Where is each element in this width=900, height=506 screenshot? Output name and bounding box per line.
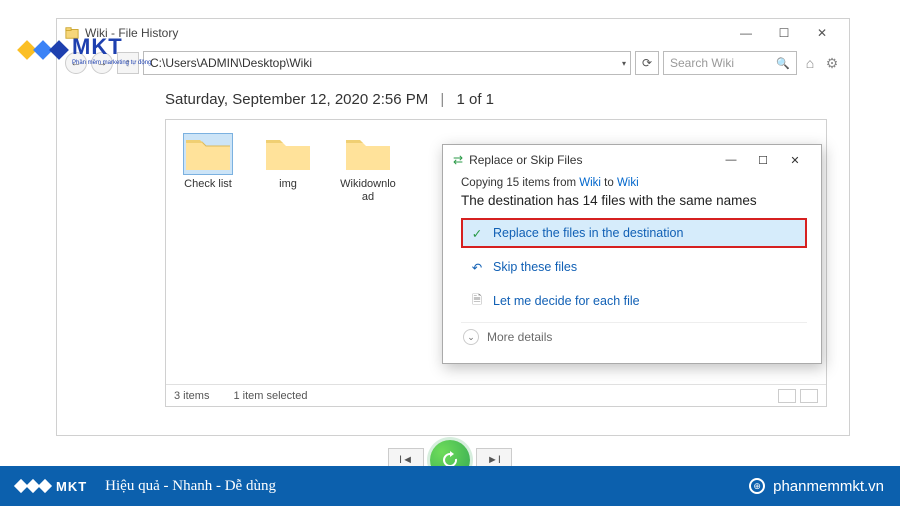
brand-footer: MKT Hiệu quả - Nhanh - Dễ dùng ⊕ phanmem… (0, 466, 900, 506)
snapshot-info: Saturday, September 12, 2020 2:56 PM | 1… (57, 81, 849, 116)
dialog-icon: ⇄ (453, 153, 463, 167)
home-icon[interactable]: ⌂ (801, 54, 819, 72)
dialog-titlebar: ⇄ Replace or Skip Files — ☐ ✕ (443, 145, 821, 175)
dialog-copy-line: Copying 15 items from Wiki to Wiki (461, 177, 807, 189)
refresh-button[interactable]: ⟳ (635, 51, 659, 75)
status-selected: 1 item selected (233, 390, 307, 402)
option-replace[interactable]: ✓ Replace the files in the destination (461, 218, 807, 248)
chevron-down-icon: ⌄ (463, 329, 479, 345)
address-dropdown-icon[interactable]: ▾ (622, 59, 626, 68)
search-icon: 🔍 (776, 57, 790, 70)
check-icon: ✓ (469, 225, 485, 241)
footer-slogan: Hiệu quả - Nhanh - Dễ dùng (105, 478, 276, 495)
more-details-toggle[interactable]: ⌄ More details (461, 322, 807, 347)
search-input[interactable]: Search Wiki 🔍 (663, 51, 797, 75)
dialog-headline: The destination has 14 files with the sa… (461, 193, 807, 208)
globe-icon: ⊕ (749, 478, 765, 494)
folder-label: Check list (180, 178, 236, 191)
toolbar: ← → ↑ C:\Users\ADMIN\Desktop\Wiki ▾ ⟳ Se… (57, 47, 849, 81)
search-placeholder: Search Wiki (670, 56, 734, 70)
footer-logo-text: MKT (56, 479, 87, 494)
decide-icon: 🗎 (469, 293, 485, 309)
maximize-button[interactable]: ☐ (765, 21, 803, 45)
option-replace-label: Replace the files in the destination (493, 226, 683, 240)
copy-dest-link[interactable]: Wiki (617, 177, 639, 189)
snapshot-date: Saturday, September 12, 2020 2:56 PM (165, 91, 428, 108)
folder-icon (344, 134, 392, 174)
titlebar: Wiki - File History — ☐ ✕ (57, 19, 849, 47)
folder-label: Wikidownload (340, 178, 396, 204)
minimize-button[interactable]: — (727, 21, 765, 45)
logo-subtitle: Phần mềm marketing tự động (72, 60, 151, 66)
folder-icon (184, 134, 232, 174)
logo-text: MKT (72, 34, 151, 60)
dialog-close-button[interactable]: ✕ (779, 148, 811, 172)
address-bar[interactable]: C:\Users\ADMIN\Desktop\Wiki ▾ (143, 51, 631, 75)
replace-skip-dialog: ⇄ Replace or Skip Files — ☐ ✕ Copying 15… (442, 144, 822, 364)
view-details-button[interactable] (778, 389, 796, 403)
status-item-count: 3 items (174, 390, 209, 402)
footer-logo: MKT (16, 479, 87, 494)
folder-icon (264, 134, 312, 174)
option-decide[interactable]: 🗎 Let me decide for each file (461, 286, 807, 316)
folder-label: img (260, 178, 316, 191)
gear-icon[interactable]: ⚙ (823, 54, 841, 72)
folder-item[interactable]: Check list (180, 134, 236, 204)
folder-item[interactable]: Wikidownload (340, 134, 396, 204)
brand-logo-overlay: MKT Phần mềm marketing tự động (20, 34, 151, 66)
skip-icon: ↶ (469, 259, 485, 275)
option-decide-label: Let me decide for each file (493, 294, 640, 308)
more-details-label: More details (487, 330, 552, 344)
address-path: C:\Users\ADMIN\Desktop\Wiki (150, 56, 312, 70)
copy-source-link[interactable]: Wiki (579, 177, 601, 189)
footer-site: phanmemmkt.vn (773, 478, 884, 495)
close-button[interactable]: ✕ (803, 21, 841, 45)
dialog-maximize-button[interactable]: ☐ (747, 148, 779, 172)
dialog-title: Replace or Skip Files (469, 153, 582, 167)
option-skip-label: Skip these files (493, 260, 577, 274)
option-skip[interactable]: ↶ Skip these files (461, 252, 807, 282)
view-icons-button[interactable] (800, 389, 818, 403)
snapshot-count: 1 of 1 (456, 91, 494, 108)
dialog-minimize-button[interactable]: — (715, 148, 747, 172)
logo-diamonds (20, 43, 66, 57)
status-bar: 3 items 1 item selected (166, 384, 826, 406)
folder-item[interactable]: img (260, 134, 316, 204)
